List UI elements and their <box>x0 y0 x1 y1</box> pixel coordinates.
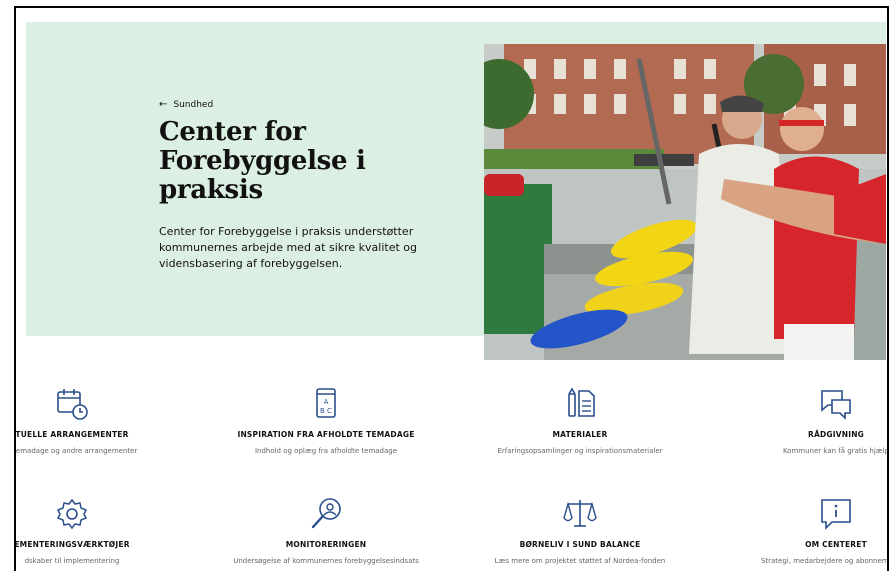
tile-boerneliv[interactable]: BØRNELIV I SUND BALANCE Læs mere om proj… <box>470 496 690 565</box>
svg-text:A: A <box>324 398 329 406</box>
page-title: Center for Forebyggelse i praksis <box>159 117 366 205</box>
tile-subtitle: Undersøgelse af kommunernes forebyggelse… <box>233 557 419 565</box>
info-bubble-icon <box>821 499 851 530</box>
tile-raadgivning[interactable]: RÅDGIVNING Kommuner kan få gratis hjælp <box>726 386 889 455</box>
hero-description: Center for Forebyggelse i praksis unders… <box>159 225 418 270</box>
tile-subtitle: Kommuner kan få gratis hjælp <box>782 447 889 455</box>
balance-scale-icon <box>563 500 597 527</box>
breadcrumb-back-link[interactable]: ← Sundhed <box>159 99 213 110</box>
gear-icon <box>56 498 88 530</box>
tile-title: INSPIRATION FRA AFHOLDTE TEMADAGE <box>237 430 415 439</box>
tile-title: BØRNELIV I SUND BALANCE <box>519 540 641 549</box>
breadcrumb-label: Sundhed <box>173 99 214 110</box>
tile-title: MATERIALER <box>552 430 608 439</box>
magnifier-person-icon <box>311 498 341 529</box>
tile-title: MONITORERINGEN <box>285 540 367 549</box>
tile-subtitle: Erfaringsopsamlinger og inspirationsmate… <box>497 447 663 455</box>
tile-implementeringsvaerktoejer[interactable]: EMENTERINGSVÆRKTØJER dskaber til impleme… <box>14 496 182 565</box>
arrow-left-icon: ← <box>159 99 168 110</box>
tile-inspiration[interactable]: A B C INSPIRATION FRA AFHOLDTE TEMADAGE … <box>216 386 436 455</box>
tile-title: RÅDGIVNING <box>807 430 865 439</box>
calendar-clock-icon <box>57 389 88 420</box>
page-frame: ← Sundhed Center for Forebyggelse i prak… <box>14 6 889 571</box>
tile-title: OM CENTERET <box>805 540 867 549</box>
tile-subtitle: dskaber til implementering <box>24 557 120 565</box>
documents-icon <box>568 387 595 417</box>
tile-monitoreringen[interactable]: MONITORERINGEN Undersøgelse af kommunern… <box>216 496 436 565</box>
chat-bubbles-icon <box>821 390 851 420</box>
tile-title: EMENTERINGSVÆRKTØJER <box>14 540 130 549</box>
tile-title: TUELLE ARRANGEMENTER <box>15 430 129 439</box>
hero-photo <box>484 44 886 360</box>
tile-subtitle: Læs mere om projektet støttet af Nordea-… <box>494 557 666 565</box>
tile-materialer[interactable]: MATERIALER Erfaringsopsamlinger og inspi… <box>470 386 690 455</box>
svg-text:B C: B C <box>320 407 332 415</box>
abc-book-icon: A B C <box>316 388 336 418</box>
tile-subtitle: Indhold og oplæg fra afholdte temadage <box>254 447 398 455</box>
tile-arrangementer[interactable]: TUELLE ARRANGEMENTER e temadage og andre… <box>14 386 182 455</box>
tile-subtitle: e temadage og andre arrangementer <box>14 447 138 455</box>
tile-subtitle: Strategi, medarbejdere og abonnement på <box>760 557 889 565</box>
tile-om-centeret[interactable]: OM CENTERET Strategi, medarbejdere og ab… <box>726 496 889 565</box>
